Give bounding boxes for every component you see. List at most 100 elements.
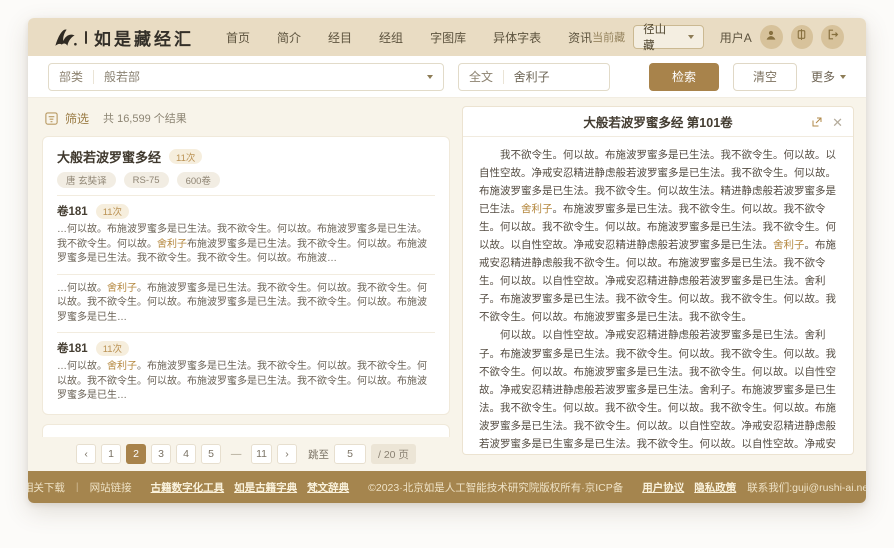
next-page-button[interactable]: ›: [277, 444, 297, 464]
canon-select[interactable]: 径山藏: [633, 25, 704, 49]
footer-contact: 联系我们:guji@rushi-ai.net: [747, 480, 866, 495]
reader-paragraph: 何以故。以自性空故。净戒安忍精进静虑般若波罗蜜多是已生法。舍利子。布施波罗蜜多是…: [479, 326, 837, 454]
category-value: 般若部: [104, 68, 140, 85]
page-button[interactable]: 3: [151, 444, 171, 464]
highlighted-keyword: 舍利子: [157, 239, 187, 250]
divider: [57, 274, 435, 275]
reader-title: 大般若波罗蜜多经 第101卷: [475, 112, 841, 131]
reader-header-actions: ✕: [811, 107, 843, 137]
logo-icon: [50, 25, 80, 49]
footer-links: 古籍数字化工具如是古籍字典梵文辞典: [151, 480, 350, 495]
jump-page-input[interactable]: [334, 444, 366, 464]
nav-item[interactable]: 字图库: [430, 29, 466, 46]
nav-item[interactable]: 简介: [277, 29, 301, 46]
nav-item[interactable]: 经目: [328, 29, 352, 46]
volume-label[interactable]: 卷181: [57, 203, 88, 219]
more-label: 更多: [811, 68, 835, 85]
footer-link[interactable]: 古籍数字化工具: [151, 480, 225, 495]
reader-header: 大般若波罗蜜多经 第101卷 ✕: [463, 107, 853, 137]
page-button[interactable]: 11: [251, 444, 272, 464]
page-button[interactable]: 4: [176, 444, 196, 464]
more-button[interactable]: 更多: [811, 68, 846, 85]
footer-link[interactable]: 如是古籍字典: [234, 480, 297, 495]
avatar-button[interactable]: [760, 25, 783, 49]
category-select[interactable]: 部类 般若部: [48, 63, 444, 91]
open-in-reader-button[interactable]: [811, 116, 823, 128]
reader-paragraph: 我不欲令生。何以故。布施波罗蜜多是已生法。我不欲令生。何以故。以自性空故。净戒安…: [479, 146, 837, 326]
highlighted-keyword: 舍利子: [521, 203, 553, 215]
jump-to-label: 跳至: [308, 447, 329, 462]
top-header: 如是藏经汇 首页 简介 经目 经组 字图库 异体字表 资讯 当前藏 径山藏 用户A: [28, 18, 866, 56]
filter-icon[interactable]: [44, 111, 59, 126]
reader-panel: 大般若波罗蜜多经 第101卷 ✕ 我不欲令生。何以故。布施波罗蜜多是已生法。我不…: [462, 106, 854, 455]
divider: [57, 195, 435, 196]
script-toggle-icon: [795, 28, 808, 46]
snippet[interactable]: …何以故。布施波罗蜜多是已生法。我不欲令生。何以故。布施波罗蜜多是已生法。我不欲…: [57, 223, 435, 267]
results-panel: 筛选 共 16,599 个结果 大般若波罗蜜多经11次唐 玄奘译RS-75600…: [42, 106, 450, 471]
canon-select-value: 径山藏: [643, 21, 675, 53]
footer-legal-link[interactable]: 用户协议: [642, 480, 684, 495]
user-icon: [764, 28, 778, 47]
page-button[interactable]: 1: [101, 444, 121, 464]
footer-separator: |: [76, 481, 79, 493]
footer-link[interactable]: 梵文辞典: [307, 480, 349, 495]
header-right: 当前藏 径山藏 用户A: [592, 25, 844, 49]
page-ellipsis: —: [226, 444, 246, 464]
pagination-pages: ‹12345—11›: [76, 444, 297, 464]
fulltext-input[interactable]: [514, 70, 599, 84]
volume-row: 卷18111次: [57, 340, 435, 356]
script-toggle-button[interactable]: [791, 25, 814, 49]
nav-item[interactable]: 资讯: [568, 29, 592, 46]
snippet[interactable]: …何以故。舍利子。布施波罗蜜多是已生法。我不欲令生。何以故。我不欲令生。何以故。…: [57, 282, 435, 326]
nav-item[interactable]: 首页: [226, 29, 250, 46]
match-count-badge: 11次: [169, 149, 202, 164]
result-title[interactable]: 大般若波罗蜜多经: [57, 147, 161, 166]
prev-page-button[interactable]: ‹: [76, 444, 96, 464]
footer-copyright: ©2023·北京如是人工智能技术研究院版权所有·京ICP备: [368, 480, 623, 495]
highlighted-keyword: 舍利子: [107, 361, 137, 372]
content-area: 筛选 共 16,599 个结果 大般若波罗蜜多经11次唐 玄奘译RS-75600…: [28, 98, 866, 471]
tag: 600卷: [177, 172, 220, 188]
brand-title: 如是藏经汇: [94, 25, 194, 50]
page-button[interactable]: 2: [126, 444, 146, 464]
pagination: ‹12345—11› 跳至 / 20 页: [42, 437, 450, 471]
logout-button[interactable]: [821, 25, 844, 49]
footer: 相关下载 | 网站链接 古籍数字化工具如是古籍字典梵文辞典 ©2023·北京如是…: [28, 471, 866, 503]
field-divider: [503, 70, 504, 84]
main-nav: 首页 简介 经目 经组 字图库 异体字表 资讯: [226, 29, 592, 46]
result-card: 大般若波罗蜜多经11次唐 玄奘译RS-75600卷卷18111次…何以故。布施波…: [42, 136, 450, 415]
result-list: 大般若波罗蜜多经11次唐 玄奘译RS-75600卷卷18111次…何以故。布施波…: [42, 136, 450, 437]
field-divider: [93, 70, 94, 84]
result-card: 大般若波罗蜜多经11次唐 玄奘译RS-75600卷卷18111次…何以故。布施波…: [42, 424, 450, 438]
app-window: 如是藏经汇 首页 简介 经目 经组 字图库 异体字表 资讯 当前藏 径山藏 用户A: [28, 18, 866, 503]
chevron-down-icon: [688, 35, 694, 39]
fulltext-field: 全文: [458, 63, 610, 91]
page-button[interactable]: 5: [201, 444, 221, 464]
text-segment: …何以故。: [57, 283, 107, 294]
filter-label[interactable]: 筛选: [65, 110, 89, 127]
snippet[interactable]: …何以故。舍利子。布施波罗蜜多是已生法。我不欲令生。何以故。我不欲令生。何以故。…: [57, 360, 435, 404]
volume-label[interactable]: 卷181: [57, 340, 88, 356]
highlighted-keyword: 舍利子: [107, 283, 137, 294]
reader-body: 我不欲令生。何以故。布施波罗蜜多是已生法。我不欲令生。何以故。以自性空故。净戒安…: [463, 137, 853, 454]
nav-item[interactable]: 经组: [379, 29, 403, 46]
text-segment: 何以故。以自性空故。净戒安忍精进静虑般若波罗蜜多是已生法。舍利子。布施波罗蜜多是…: [479, 329, 836, 454]
search-button[interactable]: 检索: [649, 63, 719, 91]
clear-button[interactable]: 清空: [733, 63, 797, 91]
match-count-badge: 11次: [96, 204, 129, 219]
footer-links-label: 网站链接: [90, 480, 132, 495]
tag-row: 唐 玄奘译RS-75600卷: [57, 172, 435, 188]
highlighted-keyword: 舍利子: [773, 239, 805, 251]
logo-seal: [85, 31, 87, 44]
chevron-down-icon: [427, 75, 433, 79]
divider: [57, 332, 435, 333]
brand[interactable]: 如是藏经汇: [50, 25, 194, 50]
close-icon[interactable]: ✕: [832, 116, 843, 129]
footer-legal-link[interactable]: 隐私政策: [694, 480, 736, 495]
chevron-down-icon: [840, 75, 846, 79]
footer-download-label[interactable]: 相关下载: [28, 480, 65, 495]
nav-item[interactable]: 异体字表: [493, 29, 541, 46]
category-label: 部类: [59, 68, 83, 85]
volume-row: 卷181 11次: [57, 203, 435, 219]
username-label: 用户A: [720, 29, 752, 46]
